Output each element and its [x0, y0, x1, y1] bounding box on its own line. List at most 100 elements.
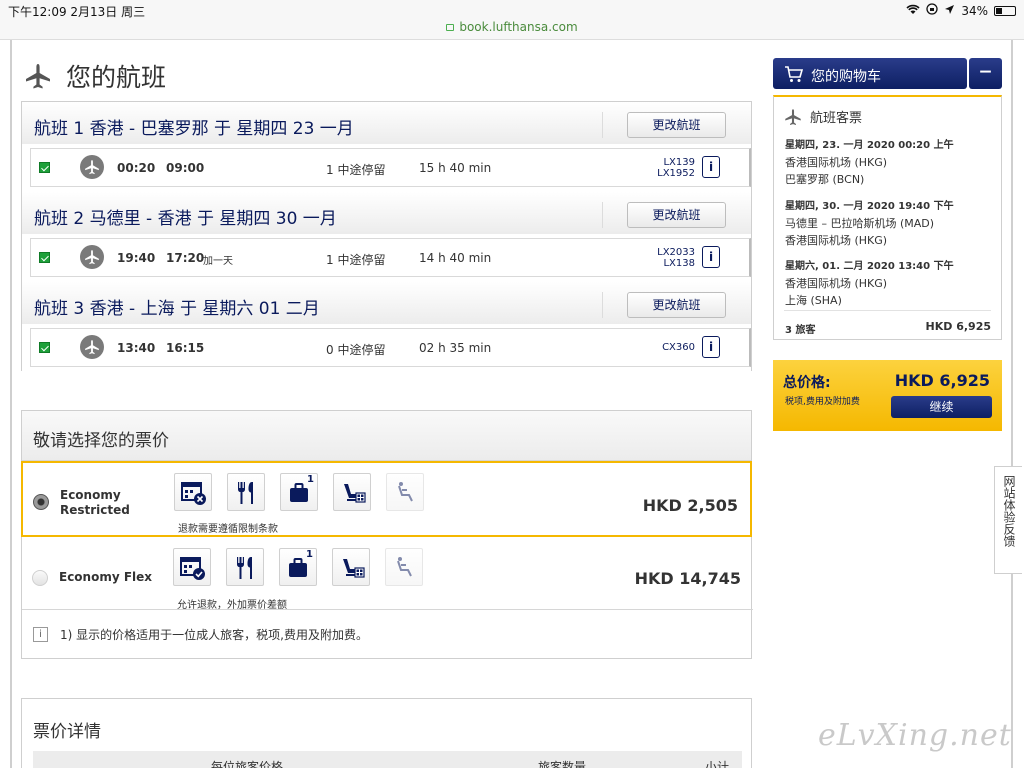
baggage-icon[interactable]: 1: [280, 473, 318, 511]
lock-rotation-icon: [926, 3, 938, 18]
calendar-refund-allowed-icon[interactable]: [173, 548, 211, 586]
baggage-count: 1: [307, 474, 314, 485]
price-footnote: i 1) 显示的价格适用于一位成人旅客，税项,费用及附加费。: [33, 626, 368, 643]
flight-row-box: 00:20 09:00 1 中途停留 15 h 40 min LX139 LX1…: [30, 148, 751, 187]
flight-numbers: LX2033 LX138: [631, 247, 695, 269]
meal-icon[interactable]: [226, 548, 264, 586]
change-flight-button[interactable]: 更改航班: [627, 292, 726, 318]
cart-section-title: 航班客票: [810, 111, 863, 126]
column-header: 小计: [705, 760, 730, 768]
baggage-count: 1: [306, 549, 313, 560]
page-title-text: 您的航班: [66, 63, 167, 92]
calendar-refund-restricted-icon[interactable]: [174, 473, 212, 511]
plus-day-label: 加一天: [203, 256, 233, 267]
segment-from: 香港国际机场 (HKG): [785, 277, 888, 290]
flight-info-button[interactable]: i: [702, 336, 720, 358]
fare-name-line: Economy: [60, 488, 121, 502]
url-display[interactable]: book.lufthansa.com: [0, 20, 1024, 34]
stops-count: 1 中途停留: [326, 163, 386, 177]
accessibility-icon[interactable]: [386, 473, 424, 511]
seat-selection-icon[interactable]: [332, 548, 370, 586]
cart-section-header: 航班客票: [784, 107, 862, 126]
passenger-count: 3 旅客: [785, 325, 816, 336]
segment-to: 巴塞罗那 (BCN): [785, 173, 865, 186]
fare-name-line: Restricted: [60, 503, 130, 517]
flight-title: 航班 3 香港 - 上海 于 星期六 01 二月: [34, 299, 320, 319]
divider: [602, 292, 603, 318]
continue-button[interactable]: 继续: [891, 396, 992, 418]
fare-option-economy-restricted[interactable]: Economy Restricted 1 退款需要遵循限制条款 HKD 2,50…: [21, 461, 752, 537]
fare-name: Economy Flex: [59, 570, 153, 584]
flight-duration: 14 h 40 min: [419, 251, 492, 265]
segment-date: 星期六, 01. 二月 2020 13:40 下午: [785, 261, 954, 272]
flight-duration: 02 h 35 min: [419, 341, 492, 355]
info-icon: i: [33, 627, 48, 642]
flight-title: 航班 1 香港 - 巴塞罗那 于 星期四 23 一月: [34, 119, 354, 139]
wifi-icon: [906, 4, 920, 18]
airplane-icon: [80, 335, 104, 359]
fare-option-economy-flex[interactable]: Economy Flex 1 允许退款，外加票价差额 HKD 14,745: [22, 539, 753, 611]
segment-date: 星期四, 30. 一月 2020 19:40 下午: [785, 201, 954, 212]
segment-from: 马德里 – 巴拉哈斯机场 (MAD): [785, 217, 935, 230]
flight-row: 13:40 16:15 0 中途停留 02 h 35 min CX360 i: [22, 324, 751, 372]
fare-price: HKD 2,505: [642, 496, 738, 515]
column-header: 每位旅客价格: [211, 760, 284, 768]
radio-unselected-icon[interactable]: [32, 570, 48, 586]
radio-selected-icon[interactable]: [33, 494, 49, 510]
change-flight-button[interactable]: 更改航班: [627, 112, 726, 138]
lock-icon: [446, 24, 455, 31]
flight-duration: 15 h 40 min: [419, 161, 492, 175]
divider: [602, 202, 603, 228]
status-indicators: 34%: [906, 3, 1016, 18]
shopping-cart-button[interactable]: 您的购物车: [773, 58, 967, 89]
fare-price: HKD 14,745: [634, 569, 741, 588]
departure-time: 00:20: [117, 161, 156, 175]
arrival-time: 09:00: [166, 161, 205, 175]
status-bar: 下午12:09 2月13日 周三 34%: [0, 0, 1024, 20]
total-price: HKD 6,925: [894, 371, 990, 390]
footnote-text: 1) 显示的价格适用于一位成人旅客，税项,费用及附加费。: [60, 628, 368, 642]
change-flight-button[interactable]: 更改航班: [627, 202, 726, 228]
stops-count: 0 中途停留: [326, 343, 386, 357]
checkbox-checked-icon[interactable]: [39, 252, 50, 263]
page-border-right: [1011, 40, 1013, 768]
battery-icon: [994, 5, 1016, 16]
flight-number: LX2033: [657, 247, 695, 258]
fare-name: Economy Restricted: [60, 488, 130, 518]
total-price-box: 总价格: HKD 6,925 税项,费用及附加费 继续: [773, 360, 1002, 431]
checkbox-checked-icon[interactable]: [39, 342, 50, 353]
status-time: 下午12:09 2月13日 周三: [8, 5, 146, 19]
flight-info-button[interactable]: i: [702, 246, 720, 268]
passenger-price: HKD 6,925: [925, 320, 991, 333]
total-label: 总价格:: [783, 375, 831, 391]
airplane-icon: [80, 155, 104, 179]
meal-icon[interactable]: [227, 473, 265, 511]
flight-row-box: 13:40 16:15 0 中途停留 02 h 35 min CX360 i: [30, 328, 751, 367]
flight-title: 航班 2 马德里 - 香港 于 星期四 30 一月: [34, 209, 337, 229]
stops-count: 1 中途停留: [326, 253, 386, 267]
cart-collapse-button[interactable]: −: [969, 58, 1002, 89]
flight-number: LX1952: [657, 168, 695, 179]
fare-refund-note: 允许退款，外加票价差额: [177, 600, 287, 611]
fare-selection-title: 敬请选择您的票价: [33, 431, 169, 451]
flight-numbers: CX360: [631, 342, 695, 353]
feedback-label: 网站体验反馈: [1002, 475, 1016, 547]
accessibility-icon[interactable]: [385, 548, 423, 586]
segment-from: 香港国际机场 (HKG): [785, 156, 888, 169]
flight-number: CX360: [662, 342, 695, 353]
flight-info-button[interactable]: i: [702, 156, 720, 178]
segment-to: 香港国际机场 (HKG): [785, 234, 888, 247]
page-title: 您的航班: [24, 56, 166, 96]
battery-percent: 34%: [961, 3, 988, 18]
watermark: eLvXing.net: [818, 718, 1012, 753]
total-note: 税项,费用及附加费: [785, 397, 860, 407]
feedback-tab[interactable]: 网站体验反馈: [994, 466, 1022, 574]
segment-date: 星期四, 23. 一月 2020 00:20 上午: [785, 140, 954, 151]
checkbox-checked-icon[interactable]: [39, 162, 50, 173]
cart-icon: [785, 66, 804, 82]
seat-selection-icon[interactable]: [333, 473, 371, 511]
flight-header: 航班 2 马德里 - 香港 于 星期四 30 一月 更改航班: [22, 192, 751, 234]
segment-to: 上海 (SHA): [785, 294, 842, 307]
flight-header: 航班 3 香港 - 上海 于 星期六 01 二月 更改航班: [22, 282, 751, 324]
baggage-icon[interactable]: 1: [279, 548, 317, 586]
